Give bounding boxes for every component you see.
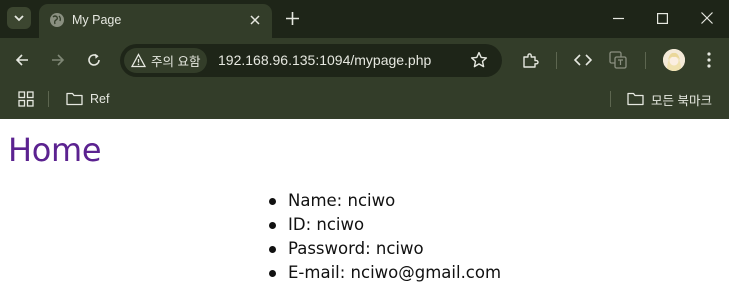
list-item: ID: nciwo [269,213,501,237]
translate-icon [609,51,627,69]
bookmark-folder-ref[interactable]: Ref [66,90,109,108]
user-name-text: Name: nciwo [288,191,396,210]
code-icon [574,54,592,66]
window-close-icon [701,12,713,24]
tab-close-button[interactable] [247,12,263,28]
tab-search-button[interactable] [7,7,31,29]
avatar-image [663,49,685,71]
menu-button[interactable] [699,50,719,70]
security-label: 주의 요함 [151,55,201,69]
toolbar: 주의 요함 192.168.96.135:1094/mypage.php [0,38,729,83]
window-close-button[interactable] [698,9,716,27]
warning-icon [131,53,146,68]
user-password-text: Password: nciwo [288,239,424,258]
extensions-icon [522,52,539,68]
toolbar-divider [645,52,646,69]
star-icon[interactable] [470,51,488,69]
tab-active[interactable]: My Page [39,4,272,38]
tab-search-icon [14,15,24,22]
bookmark-separator [610,91,611,107]
list-item: E-mail: nciwo@gmail.com [269,261,501,285]
security-chip[interactable]: 주의 요함 [124,48,207,73]
apps-grid-icon[interactable] [18,91,34,107]
devtools-button[interactable] [573,50,593,70]
page-title: Home [8,131,102,169]
back-button[interactable] [12,50,32,70]
address-bar[interactable]: 주의 요함 192.168.96.135:1094/mypage.php [120,44,502,77]
minimize-icon [612,17,624,19]
new-tab-button[interactable] [283,9,301,27]
bullet-icon [269,246,276,253]
translate-button[interactable] [608,50,628,70]
bullet-icon [269,198,276,205]
reload-button[interactable] [84,50,104,70]
user-info-list: Name: nciwo ID: nciwo Password: nciwo E-… [269,189,501,285]
user-id-text: ID: nciwo [288,215,365,234]
url-text[interactable]: 192.168.96.135:1094/mypage.php [218,52,431,68]
bullet-icon [269,222,276,229]
forward-button[interactable] [48,50,68,70]
folder-icon [66,92,83,106]
all-bookmarks-label: 모든 북마크 [651,93,712,108]
back-arrow-icon [15,54,28,66]
maximize-icon [656,12,668,24]
forward-arrow-icon [52,54,65,66]
profile-avatar[interactable] [663,49,685,71]
folder-icon [627,92,644,106]
list-item: Password: nciwo [269,237,501,261]
globe-favicon-icon [50,13,64,27]
tab-title: My Page [72,13,122,27]
reload-icon [88,53,100,66]
bookmark-separator [48,91,49,107]
plus-icon [285,11,299,25]
bookmarks-bar: Ref 모든 북마크 [0,83,729,119]
bookmark-label: Ref [90,92,110,106]
extensions-button[interactable] [520,50,540,70]
bullet-icon [269,270,276,277]
more-vert-icon [707,52,711,68]
list-item: Name: nciwo [269,189,501,213]
minimize-button[interactable] [609,9,627,27]
page-content: Home Name: nciwo ID: nciwo Password: nci… [0,119,729,297]
maximize-button[interactable] [653,9,671,27]
toolbar-divider [556,52,557,69]
tab-strip: My Page [0,0,729,38]
close-icon [250,15,260,25]
user-email-text: E-mail: nciwo@gmail.com [288,263,502,282]
all-bookmarks-button[interactable]: 모든 북마크 [627,90,712,108]
